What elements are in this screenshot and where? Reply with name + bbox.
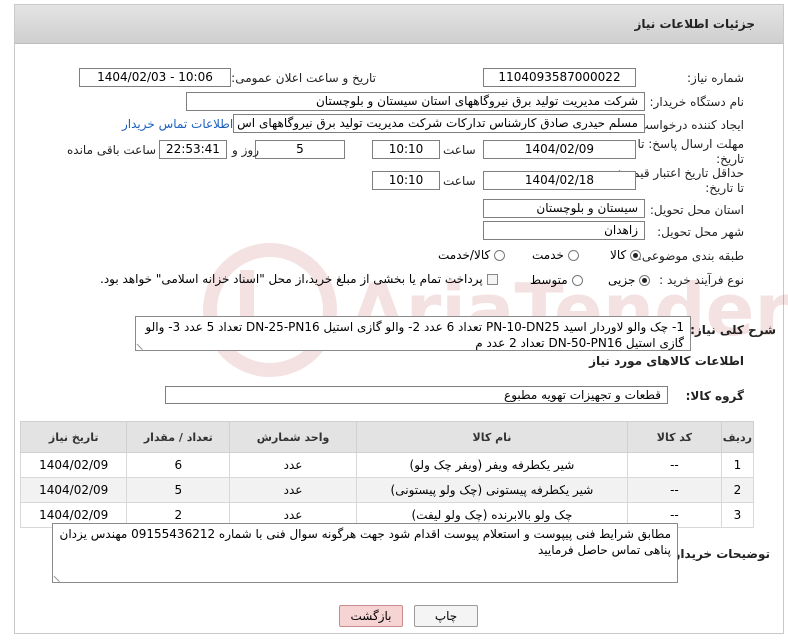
- description-textarea[interactable]: 1- چک والو لاوردار اسید PN-10-DN25 تعداد…: [135, 316, 691, 351]
- process-label: نوع فرآیند خرید :: [659, 273, 744, 287]
- cell-row-number: 3: [720, 502, 755, 528]
- need-number-label: شماره نیاز:: [687, 71, 744, 85]
- cell-quantity: 6: [126, 452, 231, 478]
- days-label: روز و: [232, 143, 259, 157]
- buyer-org-label: نام دستگاه خریدار:: [649, 95, 745, 109]
- page-title: جزئیات اطلاعات نیاز: [634, 17, 755, 31]
- days-field: 5: [255, 140, 345, 159]
- radio-selected-icon[interactable]: [630, 250, 642, 261]
- category-option-goods[interactable]: کالا: [610, 248, 642, 262]
- remaining-label: ساعت باقی مانده: [67, 143, 157, 157]
- city-field: زاهدان: [483, 221, 645, 240]
- process-option-minor[interactable]: جزیی: [608, 273, 651, 287]
- buyer-notes-textarea[interactable]: مطابق شرایط فنی پیپوست و استعلام پیوست ا…: [52, 523, 678, 583]
- cell-need-date: 1404/02/09: [19, 452, 128, 478]
- resize-grip-icon[interactable]: [53, 569, 66, 582]
- cell-name: شیر یکطرفه پیستونی (چک ولو پیستونی): [355, 477, 629, 503]
- items-table: ردیف کد کالا نام کالا واحد شمارش تعداد /…: [19, 421, 755, 528]
- cell-quantity: 5: [126, 477, 231, 503]
- resize-grip-icon[interactable]: [136, 337, 149, 350]
- checkbox-icon[interactable]: [486, 274, 498, 285]
- cell-unit: عدد: [229, 477, 357, 503]
- radio-icon[interactable]: [571, 275, 583, 286]
- need-number-field: 1104093587000022: [483, 68, 636, 87]
- description-text: 1- چک والو لاوردار اسید PN-10-DN25 تعداد…: [145, 320, 684, 350]
- province-field: سیستان و بلوچستان: [483, 199, 645, 218]
- city-label: شهر محل تحویل:: [657, 225, 744, 239]
- category-option-service[interactable]: خدمت: [532, 248, 579, 262]
- category-label: طبقه بندی موضوعی:: [637, 249, 744, 263]
- price-date-field: 1404/02/18: [483, 171, 636, 190]
- remaining-time-field: 22:53:41: [159, 140, 227, 159]
- cell-need-date: 1404/02/09: [19, 477, 128, 503]
- reply-deadline-label: مهلت ارسال پاسخ: تا تاریخ:: [637, 137, 744, 166]
- goods-group-label: گروه کالا:: [685, 389, 744, 403]
- col-unit-header: واحد شمارش: [229, 421, 357, 453]
- cell-row-number: 2: [720, 477, 755, 503]
- process-option-medium[interactable]: متوسط: [530, 273, 583, 287]
- col-date-header: تاریخ نیاز: [19, 421, 128, 453]
- price-time-label: ساعت: [443, 174, 476, 188]
- category-option-goods-service[interactable]: کالا/خدمت: [438, 248, 506, 262]
- treasury-payment-option[interactable]: پرداخت تمام یا بخشی از مبلغ خرید،از محل …: [100, 272, 498, 286]
- col-qty-header: تعداد / مقدار: [126, 421, 231, 453]
- cell-unit: عدد: [229, 452, 357, 478]
- print-button[interactable]: چاپ: [414, 605, 478, 627]
- description-label: شرح کلی نیاز:: [690, 323, 776, 337]
- cell-name: شیر یکطرفه ویفر (ویفر چک ولو): [355, 452, 629, 478]
- buyer-org-field: شرکت مدیریت تولید برق نیروگاههای استان س…: [186, 92, 645, 111]
- cell-row-number: 1: [720, 452, 755, 478]
- price-time-field: 10:10: [372, 171, 440, 190]
- buyer-notes-text: مطابق شرایط فنی پیپوست و استعلام پیوست ا…: [59, 527, 671, 557]
- requester-label: ایجاد کننده درخواست:: [633, 118, 744, 132]
- radio-icon[interactable]: [567, 250, 579, 261]
- announce-field: 1404/02/03 - 10:06: [79, 68, 231, 87]
- cell-code: --: [627, 477, 722, 503]
- contact-info-link[interactable]: اطلاعات تماس خریدار: [122, 117, 233, 131]
- reply-time-field: 10:10: [372, 140, 440, 159]
- table-row[interactable]: 2 -- شیر یکطرفه پیستونی (چک ولو پیستونی)…: [19, 477, 755, 503]
- table-header-row: ردیف کد کالا نام کالا واحد شمارش تعداد /…: [19, 421, 755, 453]
- radio-selected-icon[interactable]: [639, 275, 651, 286]
- requester-field: مسلم حیدری صادق کارشناس تدارکات شرکت مدی…: [233, 114, 645, 133]
- table-row[interactable]: 1 -- شیر یکطرفه ویفر (ویفر چک ولو) عدد 6…: [19, 452, 755, 478]
- goods-info-title: اطلاعات کالاهای مورد نیاز: [589, 354, 744, 368]
- reply-time-label: ساعت: [443, 143, 476, 157]
- panel-header: جزئیات اطلاعات نیاز: [15, 5, 783, 44]
- province-label: استان محل تحویل:: [649, 203, 744, 217]
- col-code-header: کد کالا: [627, 421, 722, 453]
- goods-group-field: قطعات و تجهیزات تهویه مطبوع: [165, 386, 668, 404]
- back-button[interactable]: بازگشت: [339, 605, 403, 627]
- reply-date-field: 1404/02/09: [483, 140, 636, 159]
- col-name-header: نام کالا: [355, 421, 629, 453]
- radio-icon[interactable]: [494, 250, 506, 261]
- buyer-notes-label: توضیحات خریدار:: [668, 547, 770, 561]
- announce-label: تاریخ و ساعت اعلان عمومی:: [231, 71, 376, 85]
- col-row-header: ردیف: [720, 421, 755, 453]
- cell-code: --: [627, 452, 722, 478]
